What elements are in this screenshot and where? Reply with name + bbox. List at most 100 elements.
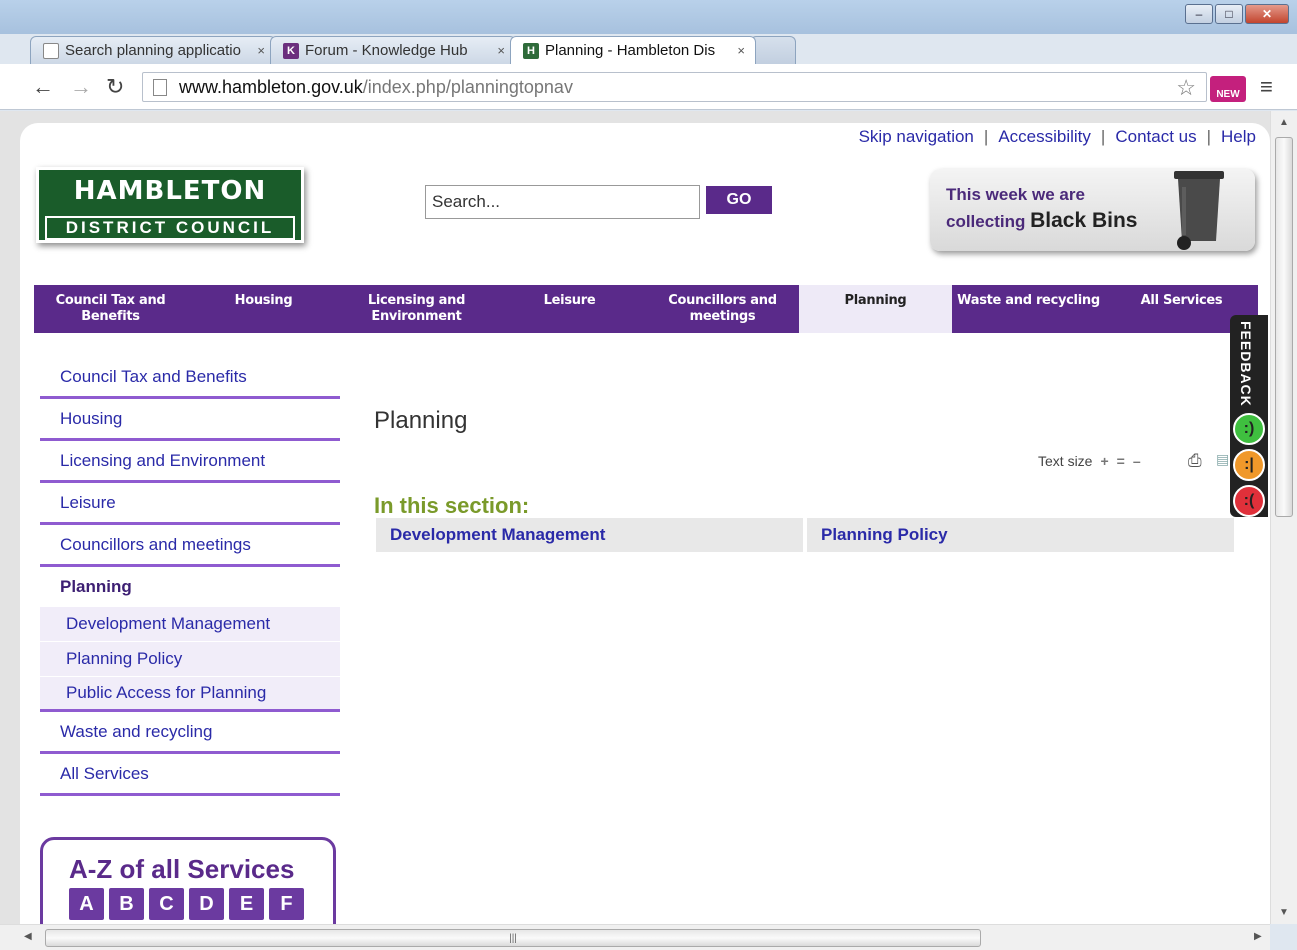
forward-arrow-icon[interactable]: → (70, 74, 92, 100)
topnav-housing[interactable]: Housing (187, 285, 340, 333)
tab-close-icon[interactable]: × (257, 43, 265, 58)
browser-toolbar: ← → ↻ www.hambleton.gov.uk/index.php/pla… (0, 64, 1297, 110)
leftnav-public-access[interactable]: Public Access for Planning (40, 677, 340, 712)
leftnav-housing[interactable]: Housing (40, 399, 340, 441)
feedback-widget[interactable]: FEEDBACK :) :| :( (1230, 315, 1268, 517)
bin-collection-banner[interactable]: This week we are collecting Black Bins (930, 169, 1255, 251)
a-z-letters: A B C D E F (69, 888, 304, 920)
extension-new-icon[interactable]: NEW (1210, 76, 1246, 102)
print-icon[interactable]: ⎙ (1188, 451, 1202, 471)
left-navigation: Council Tax and Benefits Housing Licensi… (40, 357, 340, 796)
reload-icon[interactable]: ↻ (106, 74, 124, 100)
topnav-planning[interactable]: Planning (799, 285, 952, 333)
window-controls: – □ ✕ (1185, 4, 1289, 24)
leftnav-development-management[interactable]: Development Management (40, 607, 340, 642)
text-size-label: Text size (1038, 453, 1093, 469)
logo-title: HAMBLETON (73, 176, 267, 206)
separator: | (983, 127, 989, 146)
vertical-scroll-thumb[interactable] (1275, 137, 1293, 517)
a-z-letter-d[interactable]: D (189, 888, 224, 920)
text-size-decrease-button[interactable]: – (1133, 453, 1141, 469)
a-z-letter-a[interactable]: A (69, 888, 104, 920)
section-title: In this section: (374, 493, 530, 518)
page-content: Skip navigation | Accessibility | Contac… (20, 123, 1270, 924)
accessibility-link[interactable]: Accessibility (998, 127, 1091, 147)
promo-emphasis: Black Bins (1030, 209, 1138, 232)
leftnav-council-tax[interactable]: Council Tax and Benefits (40, 357, 340, 399)
utility-nav: Skip navigation | Accessibility | Contac… (859, 127, 1256, 147)
tab-close-icon[interactable]: × (497, 43, 505, 58)
leftnav-leisure[interactable]: Leisure (40, 483, 340, 525)
a-z-letter-e[interactable]: E (229, 888, 264, 920)
help-link[interactable]: Help (1221, 127, 1256, 147)
browser-tab-search-planning[interactable]: Search planning applicatio × (30, 36, 276, 64)
leftnav-waste[interactable]: Waste and recycling (40, 712, 340, 754)
a-z-letter-f[interactable]: F (269, 888, 304, 920)
topnav-council-tax[interactable]: Council Tax and Benefits (34, 285, 187, 333)
top-navigation: Council Tax and Benefits Housing Licensi… (34, 285, 1258, 333)
tab-close-icon[interactable]: × (737, 43, 745, 58)
text-size-reset-button[interactable]: = (1117, 453, 1125, 469)
scroll-right-icon[interactable]: ▶ (1254, 931, 1262, 942)
scroll-down-icon[interactable]: ▼ (1279, 907, 1289, 918)
browser-tab-planning[interactable]: H Planning - Hambleton Dis × (510, 36, 756, 64)
section-link-planning-policy[interactable]: Planning Policy (807, 518, 1234, 552)
close-window-button[interactable]: ✕ (1245, 4, 1289, 24)
page-icon (153, 78, 167, 96)
tab-strip: Search planning applicatio × K Forum - K… (30, 34, 796, 64)
address-bar[interactable]: www.hambleton.gov.uk/index.php/planningt… (142, 72, 1207, 102)
search-go-button[interactable]: GO (706, 186, 772, 214)
separator: | (1100, 127, 1106, 146)
bookmark-star-icon[interactable]: ☆ (1176, 75, 1196, 101)
maximize-button[interactable]: □ (1215, 4, 1243, 24)
neutral-face-icon[interactable]: :| (1233, 449, 1265, 481)
menu-icon[interactable]: ≡ (1260, 74, 1273, 100)
url-path: /index.php/planningtopnav (362, 76, 573, 97)
contact-us-link[interactable]: Contact us (1115, 127, 1196, 147)
hambleton-favicon-icon: H (523, 42, 539, 59)
scroll-left-icon[interactable]: ◀ (24, 931, 32, 942)
email-icon[interactable]: ▤ (1216, 451, 1229, 468)
topnav-councillors[interactable]: Councillors and meetings (646, 285, 799, 333)
tab-label: Forum - Knowledge Hub (305, 42, 468, 59)
topnav-leisure[interactable]: Leisure (493, 285, 646, 333)
url-host: www.hambleton.gov.uk (179, 76, 363, 97)
vertical-scrollbar[interactable]: ▲ ▼ (1270, 111, 1297, 924)
document-icon (43, 42, 59, 59)
horizontal-scroll-thumb[interactable]: ||| (45, 929, 981, 947)
search-input[interactable] (425, 185, 700, 219)
leftnav-planning-policy[interactable]: Planning Policy (40, 642, 340, 677)
a-z-title: A-Z of all Services (69, 854, 295, 884)
tab-label: Search planning applicatio (65, 42, 241, 59)
a-z-letter-b[interactable]: B (109, 888, 144, 920)
council-logo[interactable]: HAMBLETON DISTRICT COUNCIL (36, 167, 304, 243)
a-z-services-box: A-Z of all Services A B C D E F (40, 837, 336, 924)
feedback-label: FEEDBACK (1238, 321, 1254, 407)
leftnav-licensing[interactable]: Licensing and Environment (40, 441, 340, 483)
promo-line1: This week we are (946, 185, 1085, 204)
separator: | (1206, 127, 1212, 146)
skip-navigation-link[interactable]: Skip navigation (859, 127, 974, 147)
new-tab-button[interactable] (750, 36, 796, 64)
happy-face-icon[interactable]: :) (1233, 413, 1265, 445)
a-z-letter-c[interactable]: C (149, 888, 184, 920)
browser-tab-forum[interactable]: K Forum - Knowledge Hub × (270, 36, 516, 64)
back-arrow-icon[interactable]: ← (32, 74, 54, 100)
sad-face-icon[interactable]: :( (1233, 485, 1265, 517)
wheelie-bin-icon (1174, 171, 1224, 250)
minimize-button[interactable]: – (1185, 4, 1213, 24)
window-titlebar: – □ ✕ (0, 0, 1297, 34)
promo-line2: collecting Black Bins (946, 209, 1137, 233)
text-size-increase-button[interactable]: + (1100, 453, 1108, 469)
section-link-development-management[interactable]: Development Management (376, 518, 803, 552)
leftnav-all-services[interactable]: All Services (40, 754, 340, 796)
leftnav-planning[interactable]: Planning (40, 567, 340, 607)
scroll-up-icon[interactable]: ▲ (1279, 117, 1289, 128)
logo-subtitle: DISTRICT COUNCIL (45, 216, 295, 240)
topnav-waste[interactable]: Waste and recycling (952, 285, 1105, 333)
tab-label: Planning - Hambleton Dis (545, 42, 716, 59)
topnav-licensing[interactable]: Licensing and Environment (340, 285, 493, 333)
horizontal-scrollbar[interactable]: ◀ ||| ▶ (0, 924, 1270, 950)
page-title: Planning (374, 407, 468, 434)
leftnav-councillors[interactable]: Councillors and meetings (40, 525, 340, 567)
